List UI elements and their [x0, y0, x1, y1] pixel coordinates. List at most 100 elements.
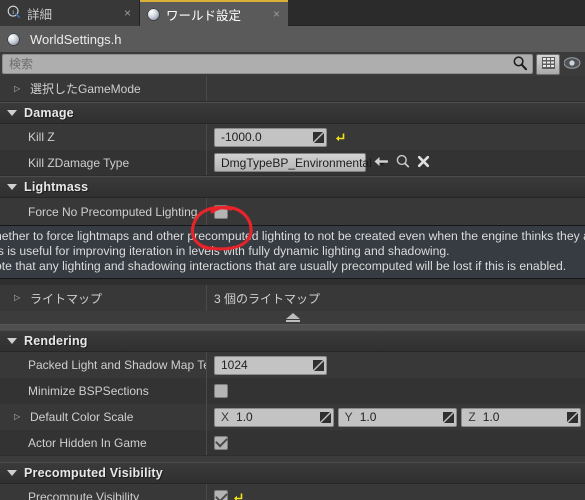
browse-search-icon[interactable]	[395, 154, 410, 171]
world-settings-panel: i 詳細 × ワールド設定 × WorldSettings.h 検索 ▷ 選択し…	[0, 0, 585, 500]
kill-z-input[interactable]: -1000.0	[214, 127, 327, 147]
tab-world-settings-close-icon[interactable]: ×	[269, 8, 280, 20]
category-header-lightmass[interactable]: Lightmass	[0, 176, 585, 198]
tab-bar-filler	[288, 0, 585, 26]
row-default-color-scale-label: Default Color Scale	[30, 410, 134, 424]
row-actor-hidden-in-game-name: Actor Hidden In Game	[0, 430, 207, 455]
category-title-lightmass: Lightmass	[24, 180, 89, 194]
row-kill-z-value: -1000.0	[207, 124, 585, 150]
color-scale-z-input[interactable]: Z 1.0	[461, 407, 582, 427]
row-lightmap[interactable]: ▷ ライトマップ 3 個のライトマップ	[0, 285, 585, 311]
tab-details-label: 詳細	[27, 7, 53, 22]
tab-world-settings[interactable]: ワールド設定 ×	[140, 0, 288, 26]
collapse-triangle-icon	[7, 110, 17, 116]
row-lightmap-label: ライトマップ	[30, 291, 103, 306]
spinner-drag-icon[interactable]	[443, 411, 455, 423]
color-scale-x-value: 1.0	[236, 410, 253, 424]
search-input[interactable]	[7, 56, 512, 72]
actor-hidden-in-game-checkbox[interactable]	[214, 435, 228, 450]
minimize-bspsections-checkbox[interactable]	[214, 384, 228, 398]
axis-label-x: X	[221, 410, 230, 424]
row-minimize-bspsections-value	[207, 378, 585, 404]
row-force-no-precomputed-lighting-value	[207, 198, 585, 225]
row-default-color-scale-value: X 1.0 Y 1.0 Z 1.0	[207, 404, 585, 430]
visibility-eye-button[interactable]	[563, 53, 585, 75]
row-packed-light-shadow-map[interactable]: Packed Light and Shadow Map Text 1024	[0, 352, 585, 378]
grid-view-icon	[541, 56, 556, 73]
collapse-expand-bar[interactable]	[0, 311, 585, 325]
category-title-rendering: Rendering	[24, 334, 88, 348]
row-selected-gamemode-value	[207, 76, 585, 101]
row-minimize-bspsections[interactable]: Minimize BSPSections	[0, 378, 585, 404]
row-kill-z-label: Kill Z	[28, 130, 55, 144]
row-kill-zdamage-type-value: DmgTypeBP_Environmental	[207, 150, 585, 175]
expander-icon[interactable]: ▷	[14, 84, 26, 93]
collapse-triangle-icon	[7, 184, 17, 190]
row-selected-gamemode[interactable]: ▷ 選択したGameMode	[0, 76, 585, 102]
world-sphere-icon	[7, 32, 20, 46]
collapse-triangle-icon	[7, 338, 17, 344]
row-minimize-bspsections-name: Minimize BSPSections	[0, 378, 207, 404]
damage-type-value: DmgTypeBP_Environmental	[221, 155, 372, 170]
color-scale-y-input[interactable]: Y 1.0	[337, 407, 458, 427]
row-actor-hidden-in-game[interactable]: Actor Hidden In Game	[0, 430, 585, 456]
row-precompute-visibility[interactable]: Precompute Visibility	[0, 484, 585, 500]
spinner-drag-icon[interactable]	[319, 411, 331, 423]
row-default-color-scale-name: ▷ Default Color Scale	[0, 404, 207, 430]
row-packed-light-shadow-map-name: Packed Light and Shadow Map Text	[0, 352, 207, 378]
category-title-precomputed-visibility: Precomputed Visibility	[24, 466, 163, 480]
object-header: WorldSettings.h	[0, 26, 585, 52]
spinner-drag-icon[interactable]	[313, 131, 324, 143]
world-sphere-icon	[147, 7, 160, 21]
reset-to-default-icon[interactable]	[334, 131, 345, 143]
search-row	[0, 52, 585, 76]
category-title-damage: Damage	[24, 106, 74, 120]
expander-icon[interactable]: ▷	[14, 413, 26, 421]
color-scale-y-value: 1.0	[359, 410, 377, 424]
force-no-precomputed-lighting-checkbox[interactable]	[214, 204, 228, 219]
row-precompute-visibility-name: Precompute Visibility	[0, 484, 207, 500]
row-selected-gamemode-name: ▷ 選択したGameMode	[0, 76, 207, 101]
tab-details-close-icon[interactable]: ×	[120, 7, 131, 19]
row-kill-zdamage-type[interactable]: Kill ZDamage Type DmgTypeBP_Environmenta…	[0, 150, 585, 176]
object-header-title: WorldSettings.h	[30, 31, 122, 47]
details-info-icon: i	[7, 5, 21, 22]
row-precompute-visibility-label: Precompute Visibility	[28, 490, 140, 500]
row-kill-z[interactable]: Kill Z -1000.0	[0, 124, 585, 150]
packed-map-texture-value: 1024	[221, 358, 248, 372]
packed-map-texture-input[interactable]: 1024	[214, 355, 327, 375]
damage-type-combobox[interactable]: DmgTypeBP_Environmental	[214, 153, 387, 172]
kill-z-value: -1000.0	[221, 130, 262, 144]
reset-to-default-icon[interactable]	[232, 491, 243, 500]
collapse-up-icon	[285, 313, 300, 322]
lightmap-count-text: 3 個のライトマップ	[214, 291, 321, 306]
color-scale-x-input[interactable]: X 1.0	[214, 407, 334, 427]
expander-icon[interactable]: ▷	[14, 294, 26, 302]
row-default-color-scale[interactable]: ▷ Default Color Scale X 1.0 Y 1.0 Z 1.0	[0, 404, 585, 430]
category-header-precomputed-visibility[interactable]: Precomputed Visibility	[0, 462, 585, 484]
row-kill-zdamage-type-label: Kill ZDamage Type	[28, 155, 130, 170]
tooltip-line-1: nether to force lightmaps and other prec…	[0, 229, 585, 243]
axis-label-y: Y	[344, 410, 353, 424]
tooltip-line-2: is is useful for improving iteration in …	[0, 244, 450, 258]
search-field[interactable]	[2, 54, 533, 74]
spinner-drag-icon[interactable]	[567, 411, 579, 423]
row-kill-z-name: Kill Z	[0, 124, 207, 150]
row-packed-light-shadow-map-label: Packed Light and Shadow Map Text	[28, 358, 206, 372]
property-tooltip: nether to force lightmaps and other prec…	[0, 225, 585, 279]
spinner-drag-icon[interactable]	[313, 359, 324, 371]
category-header-rendering[interactable]: Rendering	[0, 330, 585, 352]
clear-x-icon[interactable]	[417, 155, 430, 171]
tab-world-settings-label: ワールド設定	[166, 8, 242, 23]
tooltip-line-3: ote that any lighting and shadowing inte…	[0, 259, 567, 273]
precompute-visibility-checkbox[interactable]	[214, 490, 228, 500]
color-scale-z-value: 1.0	[482, 410, 500, 424]
row-lightmap-value: 3 個のライトマップ	[207, 285, 585, 311]
category-header-damage[interactable]: Damage	[0, 102, 585, 124]
svg-text:i: i	[12, 8, 14, 15]
row-force-no-precomputed-lighting[interactable]: Force No Precomputed Lighting	[0, 198, 585, 225]
tab-details[interactable]: i 詳細 ×	[0, 0, 140, 26]
back-arrow-icon[interactable]	[373, 155, 389, 171]
grid-view-button[interactable]	[536, 53, 560, 75]
row-packed-light-shadow-map-value: 1024	[207, 352, 585, 378]
